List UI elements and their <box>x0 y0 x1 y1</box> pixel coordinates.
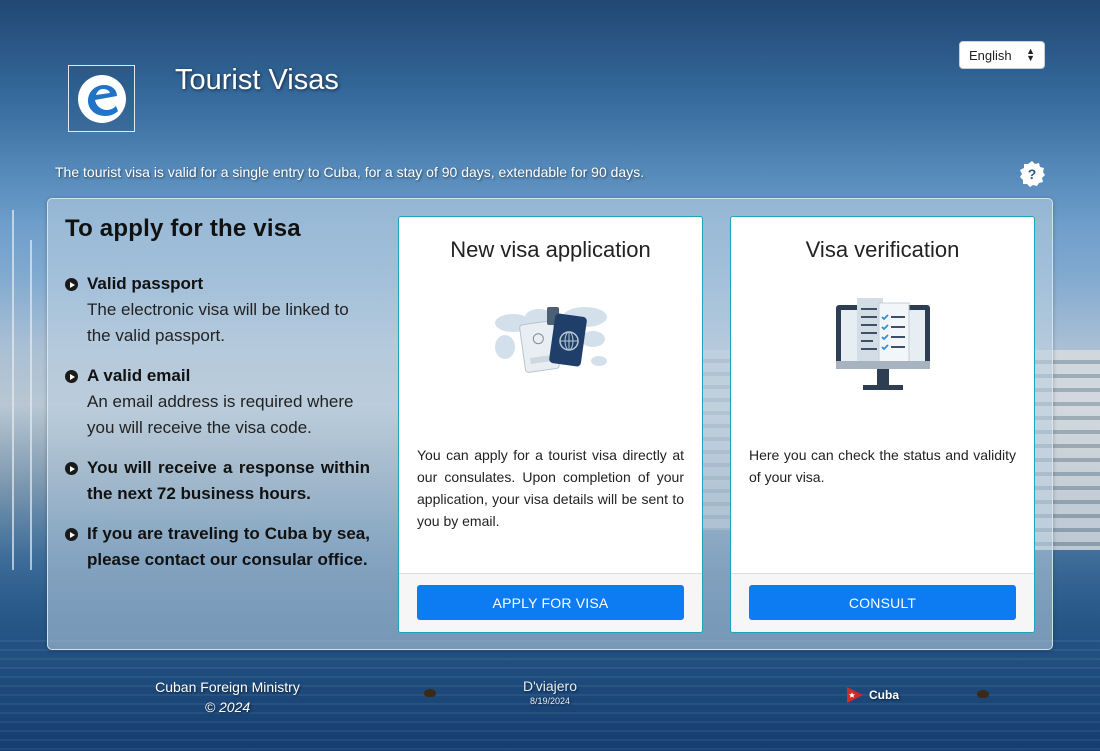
copyright-year: © 2024 <box>204 699 251 715</box>
buoy <box>424 689 436 697</box>
language-selected-value: English <box>969 47 1012 63</box>
requirement-description: The electronic visa will be linked to th… <box>87 300 349 345</box>
brand-name: D'viajero <box>522 678 578 694</box>
requirement-item: You will receive a response within the n… <box>65 455 370 507</box>
help-badge-icon: ? <box>1020 161 1045 187</box>
arrow-circle-icon <box>65 278 78 291</box>
card-footer: APPLY FOR VISA <box>399 573 702 632</box>
monitor-checklist-icon <box>833 295 933 402</box>
visa-verification-card: Visa verification Here you can check the… <box>730 216 1035 633</box>
card-title: New visa application <box>450 237 651 262</box>
requirements-list: Valid passport The electronic visa will … <box>65 271 370 587</box>
svg-text:?: ? <box>1028 166 1037 182</box>
e-logo-icon <box>77 74 126 123</box>
requirement-item: Valid passport The electronic visa will … <box>65 271 370 349</box>
footer-ministry: Cuban Foreign Ministry © 2024 <box>150 677 305 717</box>
footer-country-link[interactable]: Cuba <box>846 686 899 704</box>
card-footer: CONSULT <box>731 573 1034 632</box>
requirement-item: A valid email An email address is requir… <box>65 363 370 441</box>
help-button[interactable]: ? <box>1018 160 1046 188</box>
passport-world-map-icon <box>489 295 613 392</box>
country-label: Cuba <box>869 688 899 702</box>
cuba-flag-icon <box>847 687 863 703</box>
background-mast <box>30 240 32 570</box>
site-logo[interactable] <box>68 65 135 132</box>
card-description: You can apply for a tourist visa directl… <box>417 447 684 529</box>
language-select[interactable]: English ▲ ▼ <box>959 41 1045 69</box>
requirement-title: You will receive a response within the n… <box>87 458 370 503</box>
background-mast <box>12 210 14 570</box>
card-description: Here you can check the status and validi… <box>749 447 1016 485</box>
new-visa-application-card: New visa application You can apply for a… <box>398 216 703 633</box>
requirement-item: If you are traveling to Cuba by sea, ple… <box>65 521 370 573</box>
ministry-name: Cuban Foreign Ministry <box>155 679 300 695</box>
footer-brand[interactable]: D'viajero 8/19/2024 <box>505 678 595 706</box>
visa-description: The tourist visa is valid for a single e… <box>55 164 645 180</box>
requirement-description: An email address is required where you w… <box>87 392 354 437</box>
footer-date: 8/19/2024 <box>529 696 571 706</box>
apply-for-visa-button[interactable]: APPLY FOR VISA <box>417 585 684 620</box>
requirement-title: Valid passport <box>87 274 204 293</box>
select-arrows-icon: ▲ ▼ <box>1026 46 1035 63</box>
arrow-circle-icon <box>65 370 78 383</box>
page-title: Tourist Visas <box>175 64 339 96</box>
requirements-heading: To apply for the visa <box>65 215 301 242</box>
arrow-circle-icon <box>65 528 78 541</box>
requirement-title: If you are traveling to Cuba by sea, ple… <box>87 524 370 569</box>
consult-button[interactable]: CONSULT <box>749 585 1016 620</box>
card-title: Visa verification <box>805 237 960 262</box>
buoy <box>977 690 989 698</box>
requirements-section: To apply for the visa Valid passport The… <box>65 215 370 569</box>
arrow-circle-icon <box>65 462 78 475</box>
requirement-title: A valid email <box>87 366 191 385</box>
